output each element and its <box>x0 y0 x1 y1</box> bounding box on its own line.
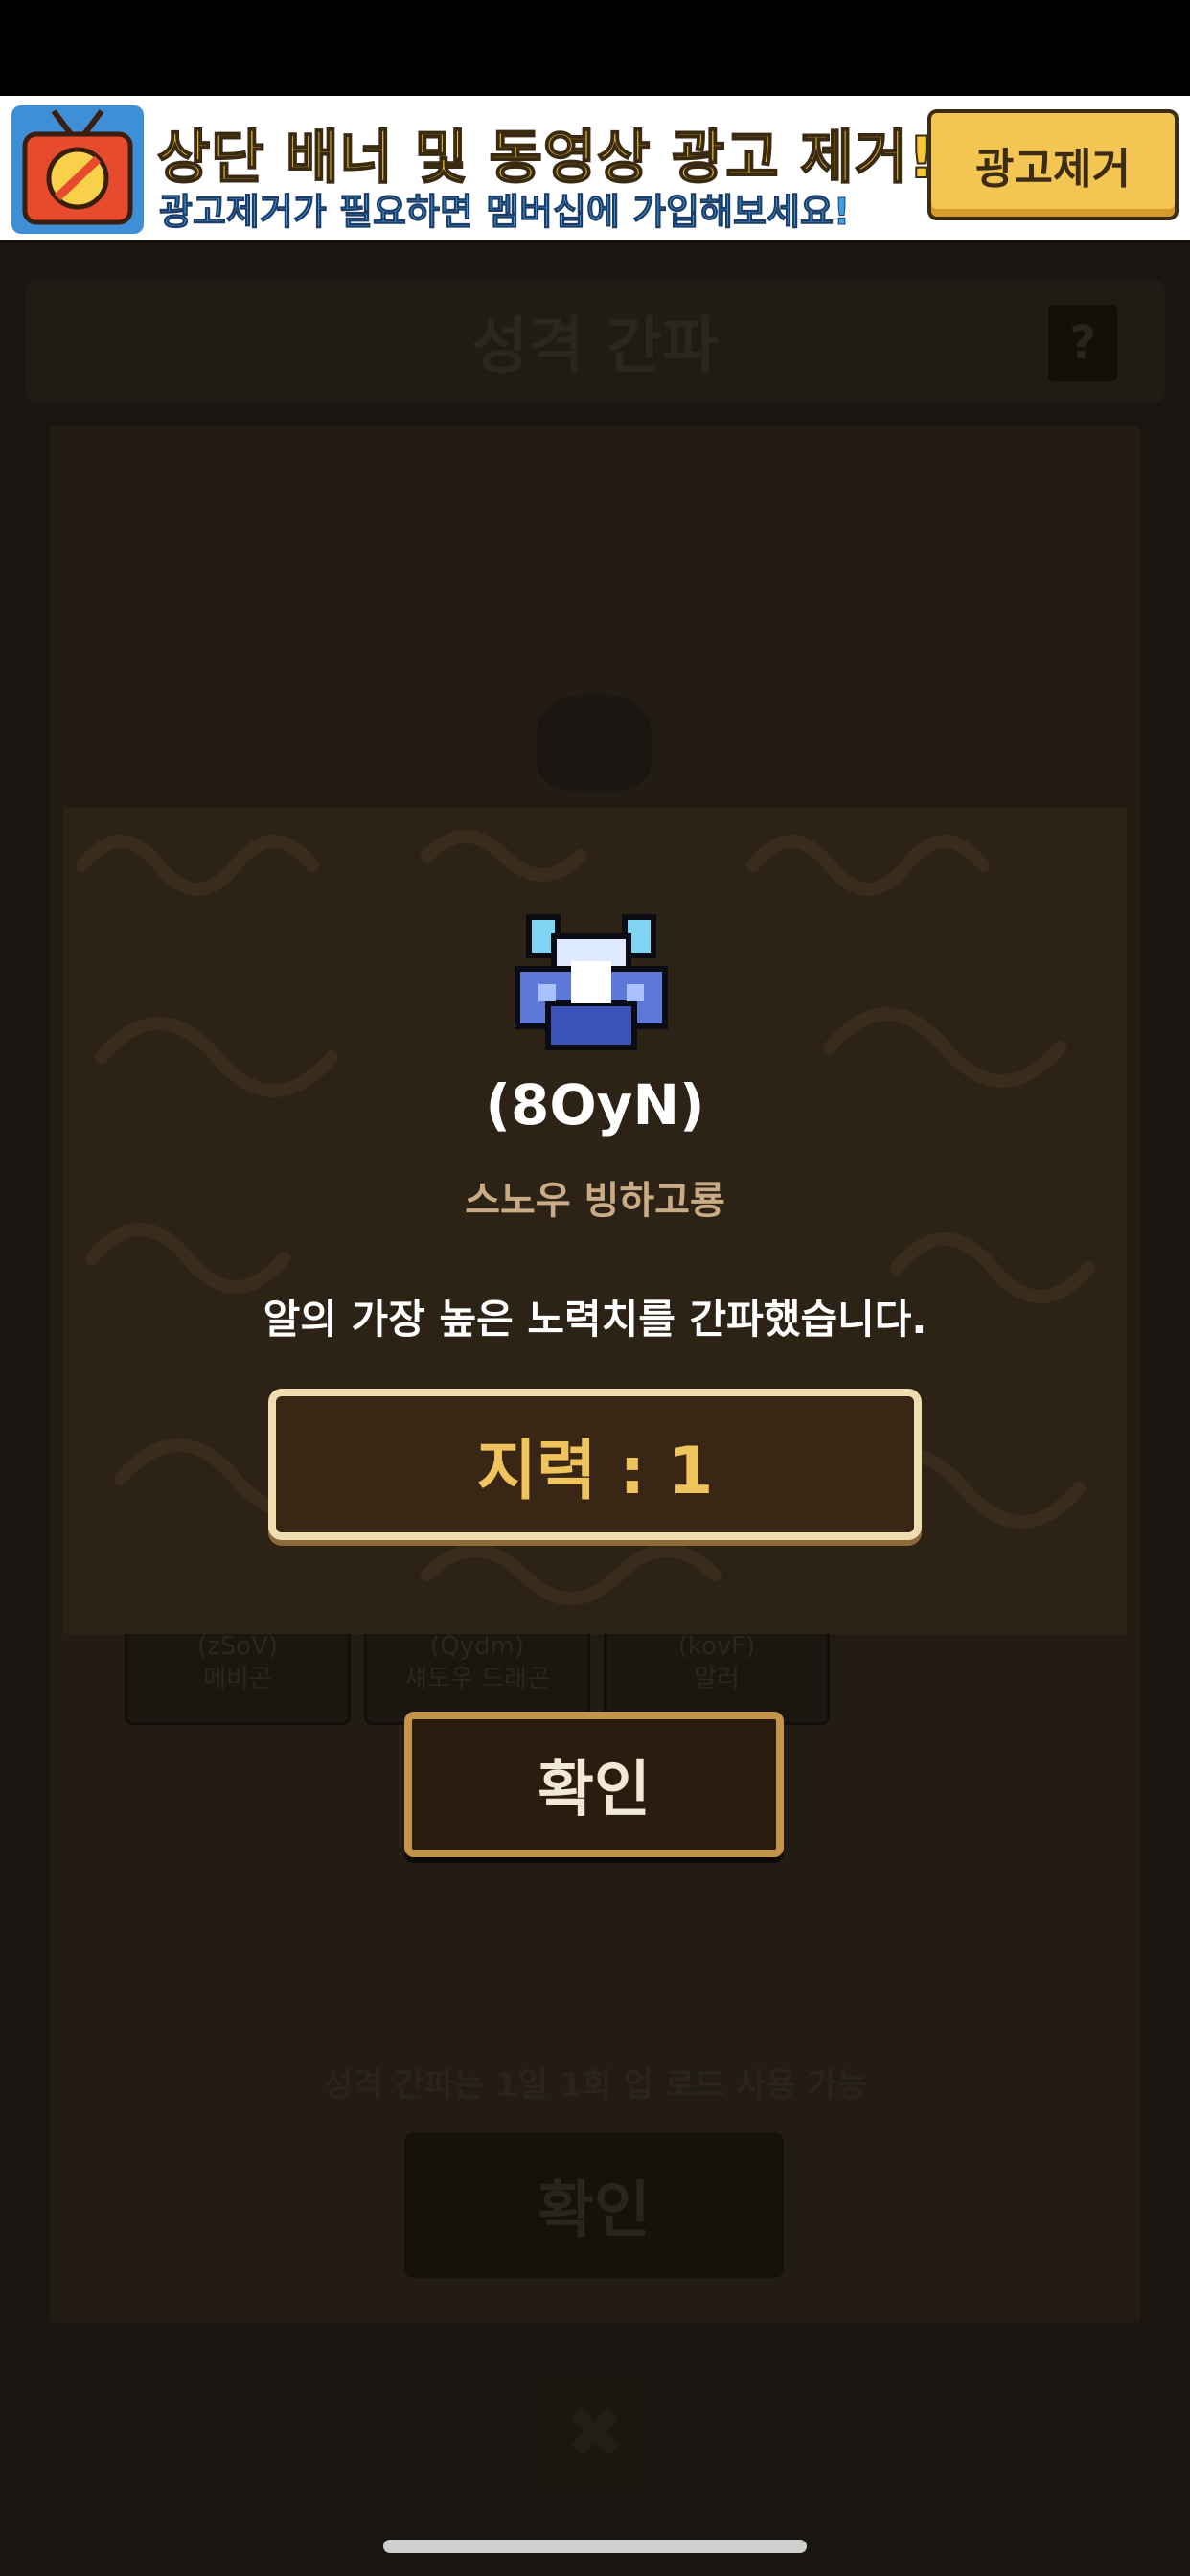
background-egg-icon <box>537 695 652 791</box>
egg-name: 스노우 빙하고룡 <box>465 1179 725 1223</box>
egg-card-name: 말러 <box>694 1665 740 1693</box>
egg-card[interactable]: (zSoV) 메비곤 <box>125 1620 351 1725</box>
egg-card-code: (kovF) <box>677 1632 756 1661</box>
egg-card[interactable]: (kovF) 말러 <box>604 1620 830 1725</box>
ad-banner[interactable]: 상단 배너 및 동영상 광고 제거! 광고제거가 필요하면 멤버십에 가입해보세… <box>0 96 1190 240</box>
result-message: 알의 가장 높은 노력치를 간파했습니다. <box>263 1296 927 1343</box>
egg-card-code: (Qydm) <box>430 1632 524 1661</box>
usage-note: 성격 간파는 1일 1회 업 로드 사용 가능 <box>322 2066 868 2104</box>
background-header: 성격 간파 <box>25 280 1165 402</box>
egg-card-name: 섀도우 드래곤 <box>404 1665 550 1693</box>
egg-code: (8OyN) <box>485 1072 705 1138</box>
egg-card[interactable]: (Qydm) 섀도우 드래곤 <box>364 1620 590 1725</box>
help-button[interactable]: ? <box>1048 305 1117 381</box>
no-ads-tv-icon <box>11 105 144 234</box>
egg-card-code: (zSoV) <box>196 1632 279 1661</box>
ad-subtitle: 광고제거가 필요하면 멤버십에 가입해보세요! <box>158 191 851 234</box>
stat-result-box: 지력 : 1 <box>268 1389 922 1540</box>
ad-remove-button[interactable]: 광고제거 <box>927 109 1179 220</box>
result-popup: (8OyN) 스노우 빙하고룡 알의 가장 높은 노력치를 간파했습니다. 지력… <box>63 808 1127 1634</box>
home-indicator[interactable] <box>383 2540 807 2553</box>
snow-glacier-dragon-egg-icon <box>515 914 668 1050</box>
egg-card-name: 메비곤 <box>203 1665 272 1693</box>
confirm-button[interactable]: 확인 <box>404 1712 784 1857</box>
page-title: 성격 간파 <box>471 311 719 382</box>
background-confirm-button[interactable]: 확인 <box>404 2132 784 2278</box>
close-icon[interactable]: ✖ <box>535 2372 655 2493</box>
